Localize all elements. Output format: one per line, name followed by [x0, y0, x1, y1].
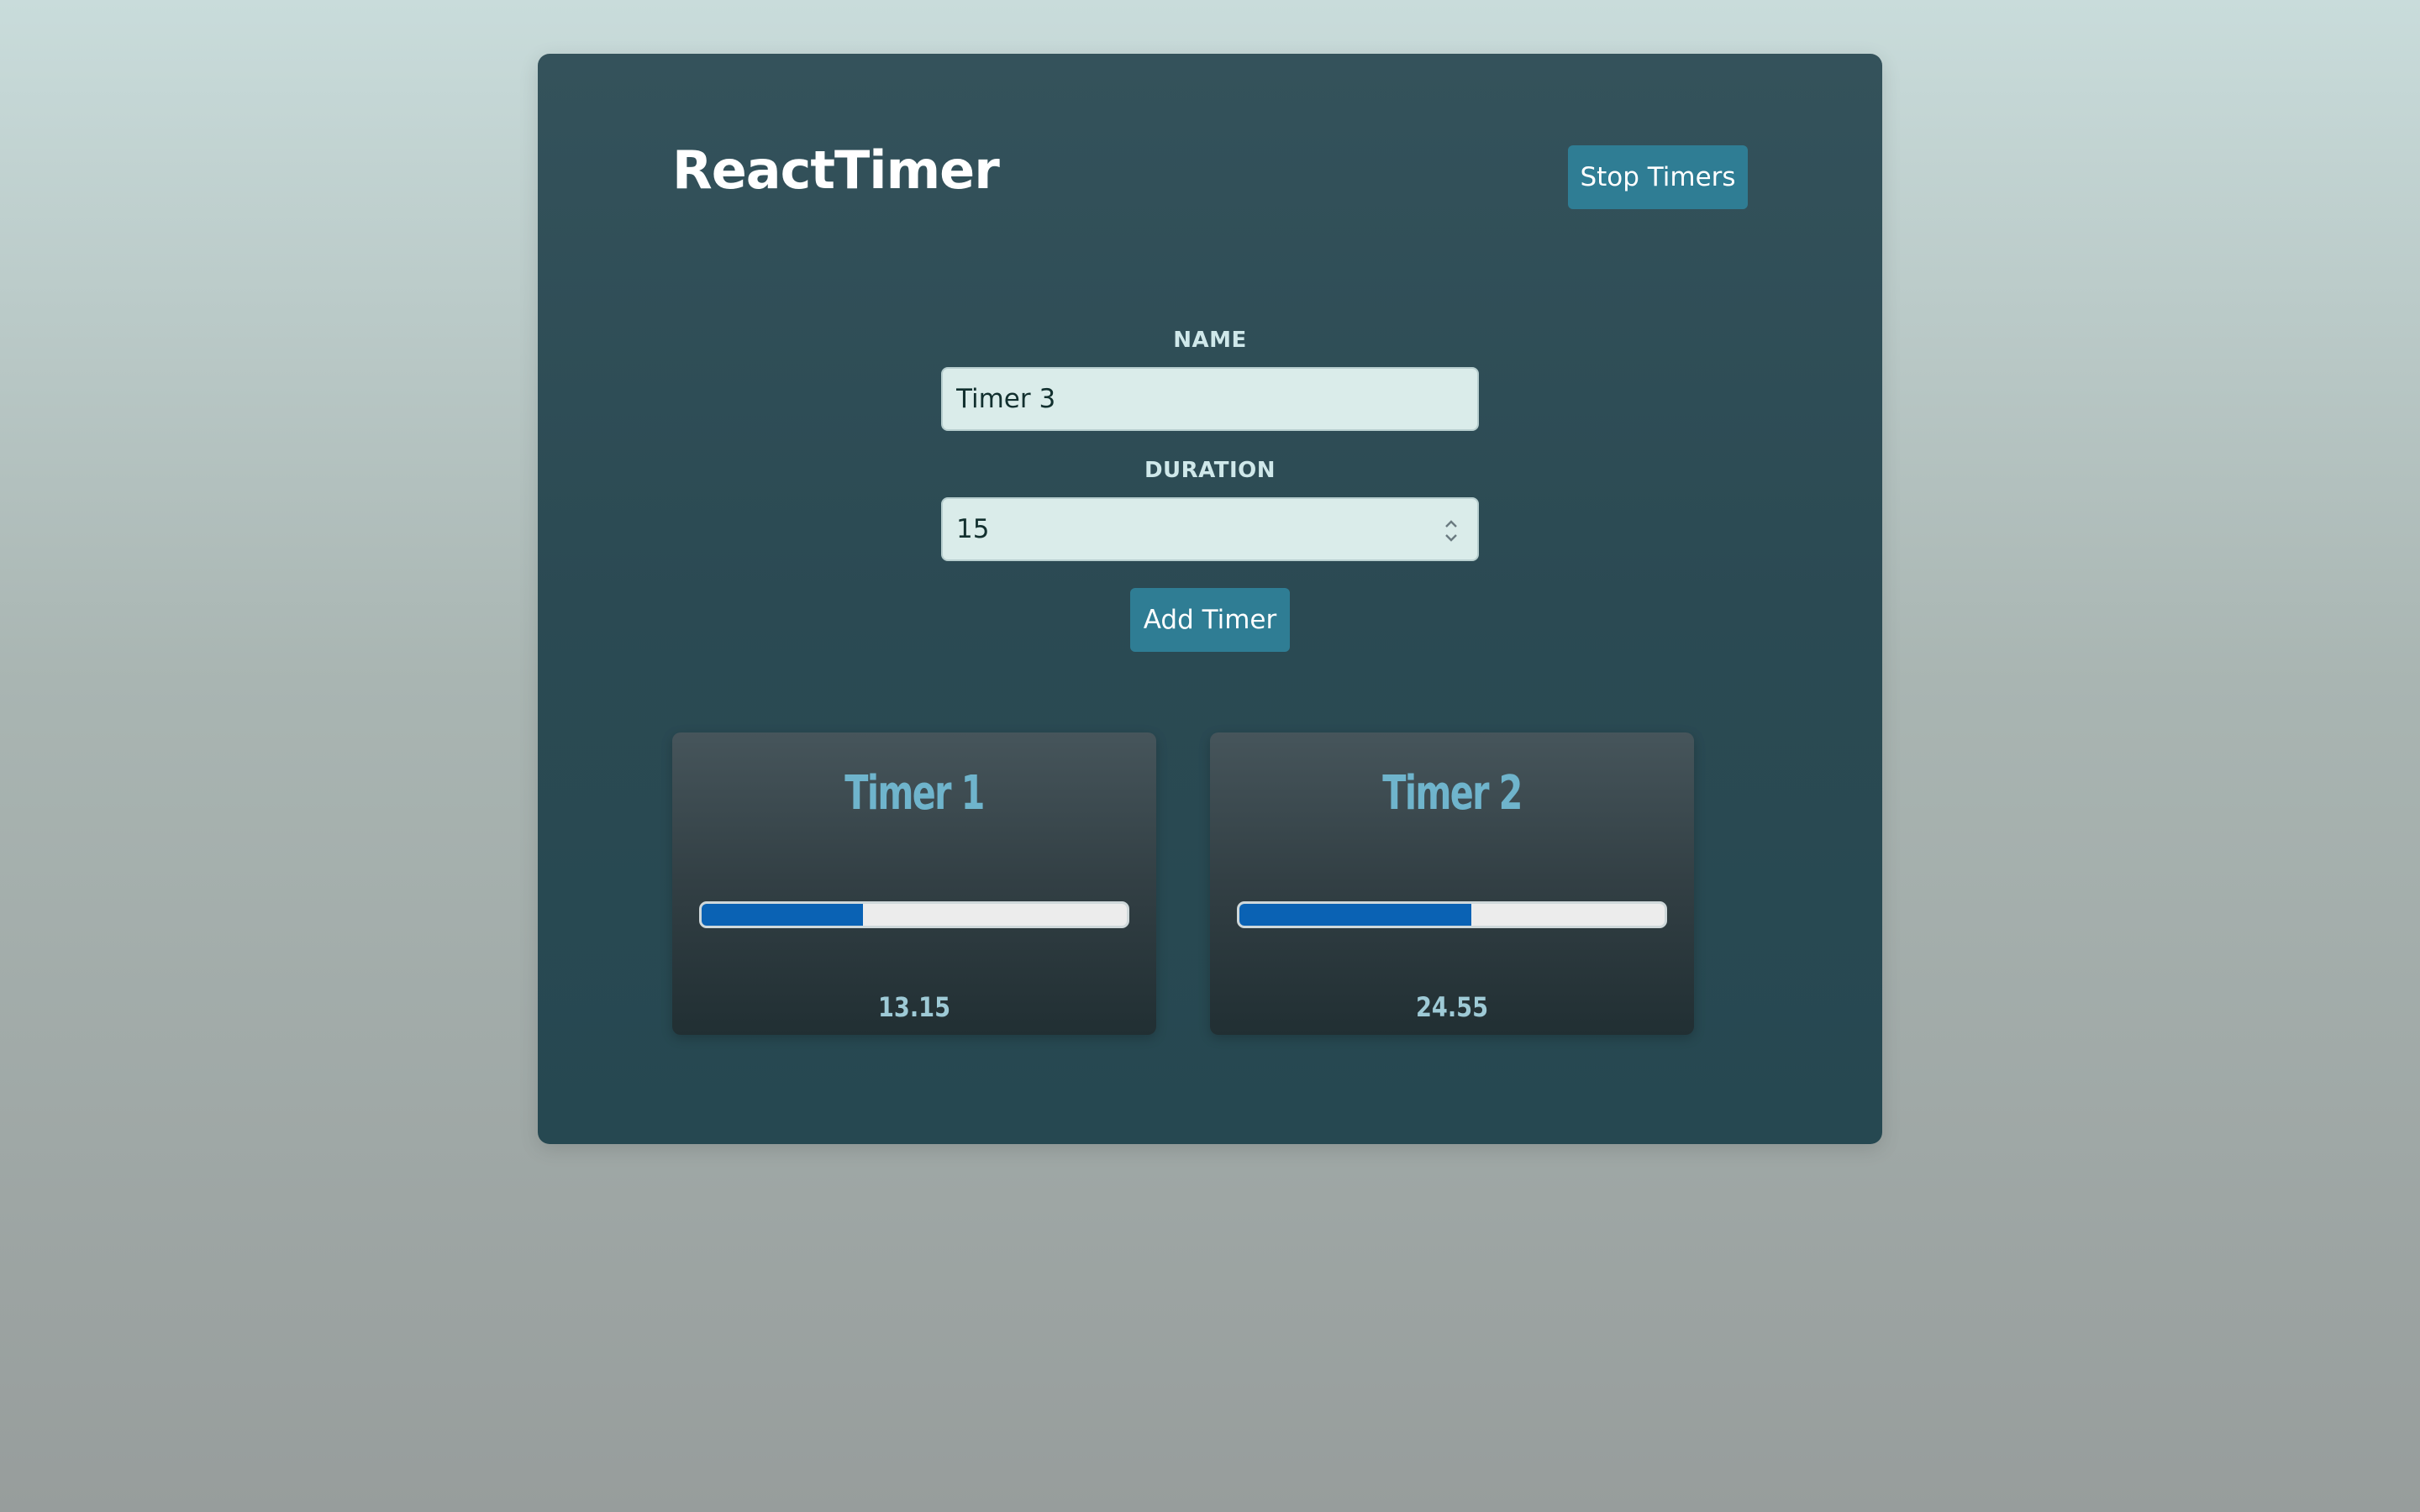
timer-progress-fill	[702, 904, 864, 926]
timer-progress-fill	[1239, 904, 1471, 926]
timer-progress-bar	[699, 901, 1129, 928]
duration-input[interactable]	[943, 499, 1477, 559]
name-field-wrapper	[941, 367, 1479, 431]
duration-label: DURATION	[1144, 458, 1276, 483]
app-card: ReactTimer Stop Timers NAME DURATION Add…	[538, 54, 1882, 1144]
timer-card: Timer 2 24.55	[1210, 732, 1694, 1035]
up-down-chevron-icon[interactable]	[1444, 516, 1459, 546]
add-timer-button[interactable]: Add Timer	[1130, 588, 1290, 652]
timer-name: Timer 2	[1382, 766, 1523, 821]
timer-progress-bar	[1237, 901, 1667, 928]
app-title: ReactTimer	[672, 139, 1000, 201]
stop-timers-button[interactable]: Stop Timers	[1568, 145, 1748, 209]
name-input[interactable]	[943, 369, 1477, 429]
timer-card: Timer 1 13.15	[672, 732, 1156, 1035]
name-label: NAME	[1173, 328, 1247, 353]
duration-field-wrapper	[941, 497, 1479, 561]
timer-elapsed: 13.15	[877, 991, 951, 1023]
timer-elapsed: 24.55	[1415, 991, 1489, 1023]
timer-name: Timer 1	[844, 766, 985, 821]
